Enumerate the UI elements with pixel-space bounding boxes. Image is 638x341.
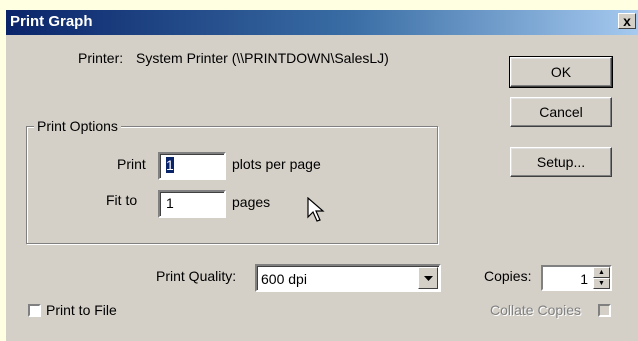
title-bar[interactable]: Print Graph x	[6, 10, 638, 35]
plots-per-page-input[interactable]: 1	[158, 152, 226, 180]
plots-per-page-label: plots per page	[232, 156, 321, 172]
mouse-pointer-icon	[307, 197, 325, 222]
print-to-file-label: Print to File	[46, 302, 117, 318]
collate-copies-checkbox[interactable]	[598, 304, 611, 317]
window-title: Print Graph	[10, 13, 93, 30]
print-quality-select[interactable]: 600 dpi	[255, 264, 441, 292]
print-graph-dialog: Print Graph x Printer: System Printer (\…	[6, 10, 638, 341]
close-icon[interactable]: x	[618, 13, 636, 29]
pages-label: pages	[232, 194, 271, 210]
fit-to-pages-input[interactable]: 1	[158, 190, 226, 218]
copies-spinner[interactable]: 1 ▲ ▼	[541, 265, 612, 291]
plots-per-page-value: 1	[166, 157, 174, 173]
collate-copies-label: Collate Copies	[490, 302, 582, 318]
chevron-down-icon[interactable]	[418, 267, 438, 289]
print-quality-label: Print Quality:	[156, 268, 237, 284]
printer-value: System Printer (\\PRINTDOWN\SalesLJ)	[136, 50, 389, 66]
print-label: Print	[117, 156, 146, 172]
ok-button[interactable]: OK	[509, 56, 613, 88]
printer-label: Printer:	[78, 50, 124, 66]
arrow-up-icon[interactable]: ▲	[593, 267, 610, 278]
fit-to-label: Fit to	[106, 192, 138, 208]
copies-value: 1	[580, 271, 588, 287]
print-to-file-checkbox[interactable]	[28, 304, 41, 317]
copies-label: Copies:	[484, 268, 532, 284]
print-quality-value: 600 dpi	[261, 271, 307, 287]
print-options-title: Print Options	[34, 118, 121, 134]
setup-button[interactable]: Setup...	[510, 147, 612, 177]
cancel-button[interactable]: Cancel	[510, 97, 612, 127]
print-options-group	[26, 126, 438, 244]
fit-to-pages-value: 1	[166, 195, 174, 211]
arrow-down-icon[interactable]: ▼	[593, 278, 610, 289]
